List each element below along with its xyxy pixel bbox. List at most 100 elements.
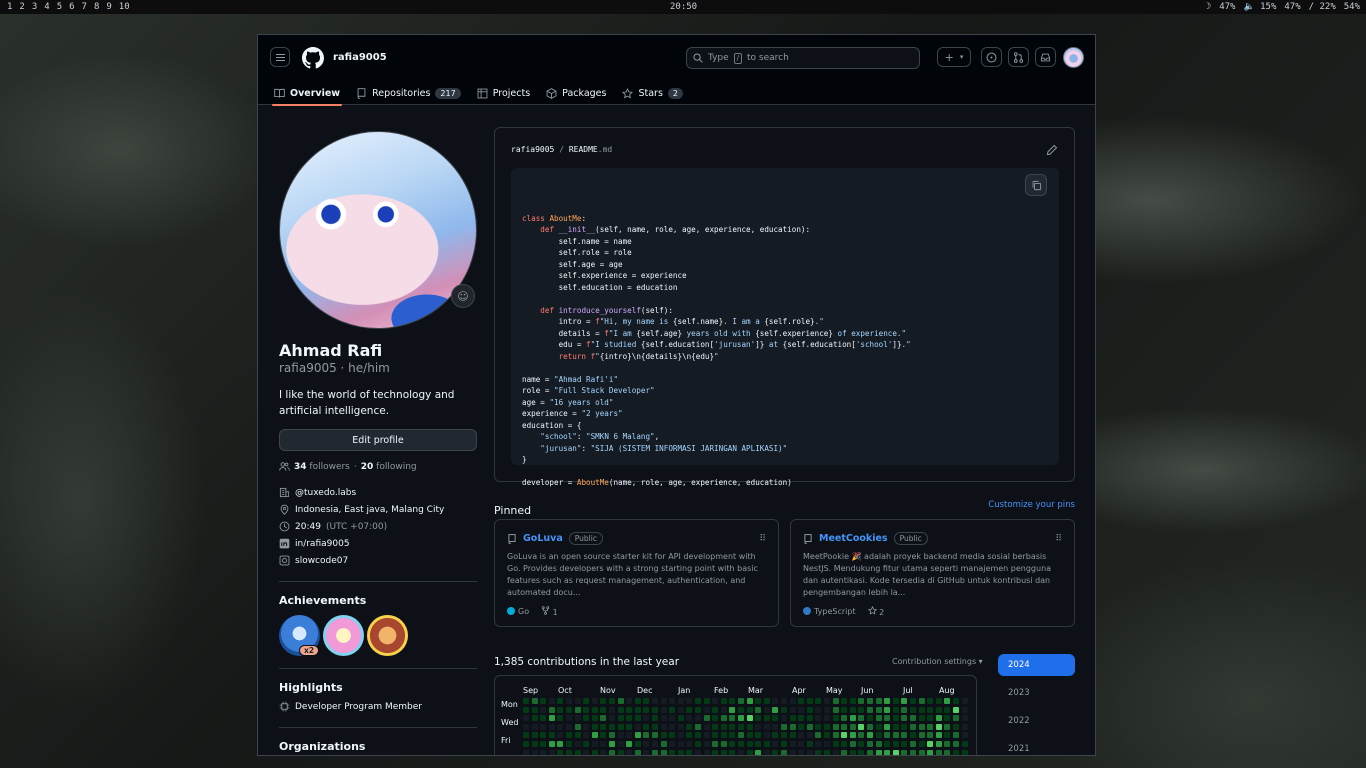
contribution-day[interactable] xyxy=(652,706,658,713)
contribution-day[interactable] xyxy=(574,706,581,713)
contribution-day[interactable] xyxy=(695,706,701,713)
contribution-day[interactable] xyxy=(591,741,598,747)
contribution-day[interactable] xyxy=(686,732,693,739)
contribution-day[interactable] xyxy=(540,715,547,722)
contribution-day[interactable] xyxy=(634,698,641,704)
contribution-day[interactable] xyxy=(531,715,538,722)
contribution-day[interactable] xyxy=(961,723,968,730)
contribution-day[interactable] xyxy=(935,741,942,747)
contribution-day[interactable] xyxy=(746,723,753,730)
contribution-day[interactable] xyxy=(729,749,736,755)
contribution-day[interactable] xyxy=(600,698,607,704)
contribution-day[interactable] xyxy=(738,715,744,722)
contribution-day[interactable] xyxy=(927,715,934,722)
contribution-day[interactable] xyxy=(720,723,727,730)
contribution-day[interactable] xyxy=(953,706,959,713)
contribution-day[interactable] xyxy=(583,723,590,730)
contribution-day[interactable] xyxy=(583,706,590,713)
contribution-day[interactable] xyxy=(961,715,968,722)
contribution-day[interactable] xyxy=(910,723,916,730)
contribution-day[interactable] xyxy=(961,749,968,755)
contribution-day[interactable] xyxy=(867,715,873,722)
contribution-day[interactable] xyxy=(927,749,934,755)
contribution-day[interactable] xyxy=(738,741,744,747)
contribution-day[interactable] xyxy=(609,732,615,739)
contribution-day[interactable] xyxy=(609,706,615,713)
contribution-day[interactable] xyxy=(961,706,968,713)
contribution-day[interactable] xyxy=(548,741,555,747)
contribution-day[interactable] xyxy=(815,723,822,730)
contribution-day[interactable] xyxy=(617,698,624,704)
contribution-day[interactable] xyxy=(901,698,908,704)
contribution-day[interactable] xyxy=(806,715,813,722)
contribution-day[interactable] xyxy=(944,741,951,747)
contribution-day[interactable] xyxy=(781,732,787,739)
contribution-day[interactable] xyxy=(600,715,607,722)
contribution-day[interactable] xyxy=(832,698,839,704)
readme-owner[interactable]: rafia9005 xyxy=(511,145,554,154)
contribution-day[interactable] xyxy=(858,698,865,704)
year-2024-link[interactable]: 2024 xyxy=(998,654,1075,676)
contribution-day[interactable] xyxy=(892,723,899,730)
contribution-day[interactable] xyxy=(961,698,968,704)
contribution-day[interactable] xyxy=(841,741,848,747)
contribution-day[interactable] xyxy=(798,723,805,730)
contribution-day[interactable] xyxy=(703,749,710,755)
contribution-day[interactable] xyxy=(652,698,658,704)
pull-shark-badge-icon[interactable]: x2 xyxy=(279,615,320,656)
contribution-day[interactable] xyxy=(781,698,787,704)
contribution-day[interactable] xyxy=(720,741,727,747)
contribution-day[interactable] xyxy=(695,698,701,704)
contribution-day[interactable] xyxy=(763,749,770,755)
contribution-day[interactable] xyxy=(669,749,676,755)
contribution-day[interactable] xyxy=(867,749,873,755)
workspace-4[interactable]: 4 xyxy=(41,2,53,12)
contribution-day[interactable] xyxy=(557,706,564,713)
contribution-day[interactable] xyxy=(738,706,744,713)
contribution-day[interactable] xyxy=(798,749,805,755)
contribution-day[interactable] xyxy=(626,749,633,755)
star-count-link[interactable]: 2 xyxy=(867,605,884,617)
contribution-day[interactable] xyxy=(849,749,856,755)
contribution-day[interactable] xyxy=(910,749,916,755)
contribution-day[interactable] xyxy=(918,706,925,713)
menu-button[interactable] xyxy=(270,47,290,67)
contribution-day[interactable] xyxy=(806,749,813,755)
contribution-day[interactable] xyxy=(660,715,667,722)
contribution-day[interactable] xyxy=(746,706,753,713)
workspace-8[interactable]: 8 xyxy=(91,2,103,12)
contribution-day[interactable] xyxy=(686,749,693,755)
contribution-day[interactable] xyxy=(806,732,813,739)
contribution-day[interactable] xyxy=(729,723,736,730)
contribution-day[interactable] xyxy=(634,723,641,730)
contribution-day[interactable] xyxy=(910,732,916,739)
contribution-day[interactable] xyxy=(832,706,839,713)
tab-overview[interactable]: Overview xyxy=(266,81,348,106)
contribution-day[interactable] xyxy=(772,706,779,713)
contribution-day[interactable] xyxy=(815,749,822,755)
contribution-day[interactable] xyxy=(626,715,633,722)
workspace-7[interactable]: 7 xyxy=(79,2,91,12)
contribution-day[interactable] xyxy=(677,741,684,747)
contribution-day[interactable] xyxy=(712,723,719,730)
contribution-day[interactable] xyxy=(738,732,744,739)
contribution-day[interactable] xyxy=(867,741,873,747)
contribution-day[interactable] xyxy=(815,741,822,747)
tab-repositories[interactable]: Repositories 217 xyxy=(348,81,469,105)
contribution-day[interactable] xyxy=(712,706,719,713)
contribution-day[interactable] xyxy=(910,715,916,722)
social-link[interactable]: slowcode07 xyxy=(295,556,348,566)
contribution-day[interactable] xyxy=(841,732,848,739)
contribution-day[interactable] xyxy=(772,715,779,722)
drag-handle-icon[interactable]: ⠿ xyxy=(759,534,766,544)
contribution-day[interactable] xyxy=(660,698,667,704)
contribution-day[interactable] xyxy=(918,741,925,747)
contribution-day[interactable] xyxy=(566,749,572,755)
contribution-day[interactable] xyxy=(824,749,830,755)
contribution-day[interactable] xyxy=(789,749,796,755)
contribution-day[interactable] xyxy=(643,732,650,739)
contribution-day[interactable] xyxy=(927,706,934,713)
contribution-day[interactable] xyxy=(634,706,641,713)
contribution-day[interactable] xyxy=(634,715,641,722)
contribution-day[interactable] xyxy=(557,715,564,722)
